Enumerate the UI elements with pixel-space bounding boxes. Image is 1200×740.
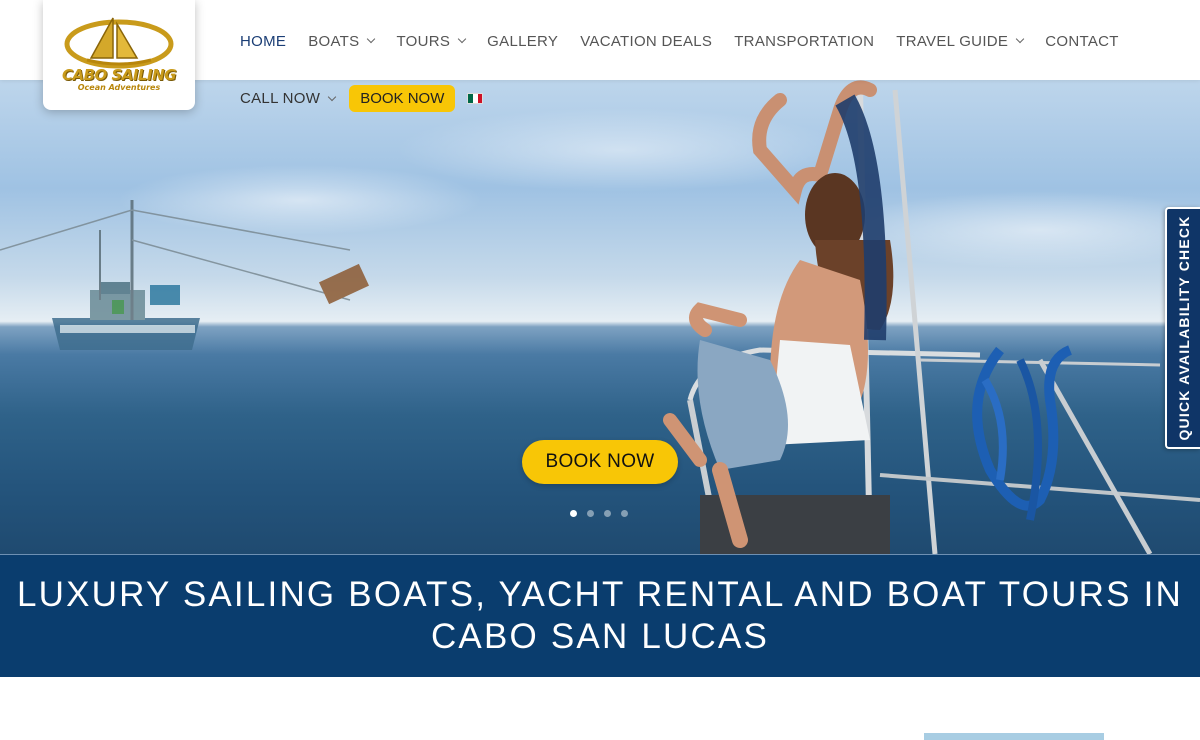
nav-item-label: GALLERY: [487, 32, 559, 50]
nav-item-transportation[interactable]: TRANSPORTATION: [734, 33, 874, 50]
quick-availability-label: QUICK AVAILABILITY CHECK: [1175, 215, 1192, 441]
slider-dots: [570, 510, 628, 517]
nav-item-label: BOATS: [308, 32, 360, 50]
content-decoration-bar: [924, 733, 1104, 740]
header-book-now-button[interactable]: BOOK NOW: [349, 85, 456, 112]
nav-item-gallery[interactable]: GALLERY: [487, 33, 558, 50]
logo-subtitle: Ocean Adventures: [77, 83, 161, 92]
nav-item-travel-guide[interactable]: TRAVEL GUIDE: [896, 32, 1025, 50]
slider-dot-1[interactable]: [570, 510, 577, 517]
page-title: LUXURY SAILING BOATS, YACHT RENTAL AND B…: [17, 575, 1183, 656]
slider-dot-2[interactable]: [587, 510, 594, 517]
chevron-down-icon: [1015, 34, 1025, 44]
chevron-down-icon: [457, 34, 467, 44]
nav-item-contact[interactable]: CONTACT: [1045, 33, 1118, 50]
main-nav: HOME BOATS TOURS GALLERY VACATION DEALS …: [240, 30, 1141, 52]
site-logo[interactable]: CABO SAILING Ocean Adventures: [43, 0, 195, 110]
nav-item-label: HOME: [240, 32, 287, 50]
mexico-flag-icon[interactable]: [467, 93, 484, 104]
slider-dot-4[interactable]: [621, 510, 628, 517]
sailboat-logo-icon: [64, 17, 174, 69]
nav-item-tours[interactable]: TOURS: [396, 32, 467, 50]
nav-item-label: CONTACT: [1045, 32, 1119, 50]
chevron-down-icon: [327, 92, 337, 101]
logo-title: CABO SAILING: [61, 66, 177, 84]
nav-item-label: VACATION DEALS: [580, 32, 713, 50]
slider-dot-3[interactable]: [604, 510, 611, 517]
title-banner: LUXURY SAILING BOATS, YACHT RENTAL AND B…: [0, 554, 1200, 677]
nav-item-home[interactable]: HOME: [240, 33, 286, 50]
fishing-boat-image: [0, 200, 370, 350]
nav-item-boats[interactable]: BOATS: [308, 32, 376, 50]
nav-item-label: TOURS: [396, 32, 451, 50]
quick-availability-tab[interactable]: QUICK AVAILABILITY CHECK: [1165, 207, 1200, 449]
nav-item-vacation-deals[interactable]: VACATION DEALS: [580, 33, 712, 50]
nav-item-label: TRAVEL GUIDE: [896, 32, 1009, 50]
hero-book-now-button[interactable]: BOOK NOW: [522, 440, 678, 484]
call-now-label: CALL NOW: [240, 90, 321, 107]
call-now-menu[interactable]: CALL NOW: [240, 90, 337, 107]
chevron-down-icon: [367, 34, 376, 44]
nav-item-label: TRANSPORTATION: [734, 32, 875, 50]
secondary-nav: CALL NOW BOOK NOW: [240, 85, 484, 112]
